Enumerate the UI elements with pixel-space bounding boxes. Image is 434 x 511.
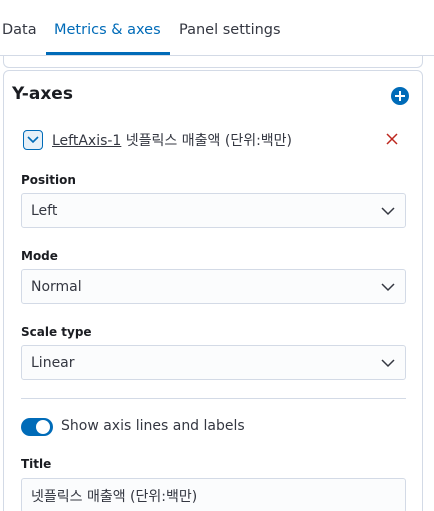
position-value: Left xyxy=(31,203,58,219)
remove-axis-button[interactable] xyxy=(384,131,400,147)
show-axis-label[interactable]: Show axis lines and labels xyxy=(61,418,245,434)
scale-type-value: Linear xyxy=(31,355,75,371)
scale-type-select[interactable]: Linear xyxy=(21,345,406,380)
show-axis-switch[interactable] xyxy=(21,418,53,436)
axis-title-preview: 넷플릭스 매출액 (단위:백만) xyxy=(125,133,293,149)
chevron-down-icon xyxy=(381,283,395,292)
add-axis-button[interactable] xyxy=(391,87,409,105)
tab-panel-settings[interactable]: Panel settings xyxy=(179,22,281,56)
axis-name: LeftAxis-1 xyxy=(52,133,122,149)
accordion-toggle-button[interactable] xyxy=(23,130,43,150)
position-select[interactable]: Left xyxy=(21,193,406,228)
mode-value: Normal xyxy=(31,279,82,295)
title-label: Title xyxy=(21,457,52,471)
chevron-down-icon xyxy=(381,359,395,368)
mode-select[interactable]: Normal xyxy=(21,269,406,304)
axis-accordion-title[interactable]: LeftAxis-1 넷플릭스 매출액 (단위:백만) xyxy=(52,130,292,150)
section-title: Y-axes xyxy=(12,84,73,104)
tab-metrics-axes[interactable]: Metrics & axes xyxy=(54,22,161,56)
title-input[interactable] xyxy=(21,478,406,511)
previous-panel-edge xyxy=(3,56,423,68)
section-divider xyxy=(21,398,406,399)
scale-type-label: Scale type xyxy=(21,325,92,339)
editor-panel: Data Metrics & axes Panel settings Y-axe… xyxy=(0,0,434,511)
chevron-down-icon xyxy=(27,136,39,144)
chevron-down-icon xyxy=(381,207,395,216)
tab-data[interactable]: Data xyxy=(2,22,37,56)
position-label: Position xyxy=(21,173,76,187)
switch-knob xyxy=(36,420,50,434)
mode-label: Mode xyxy=(21,249,58,263)
close-icon xyxy=(386,133,398,145)
tab-bar: Data Metrics & axes Panel settings xyxy=(0,0,434,56)
